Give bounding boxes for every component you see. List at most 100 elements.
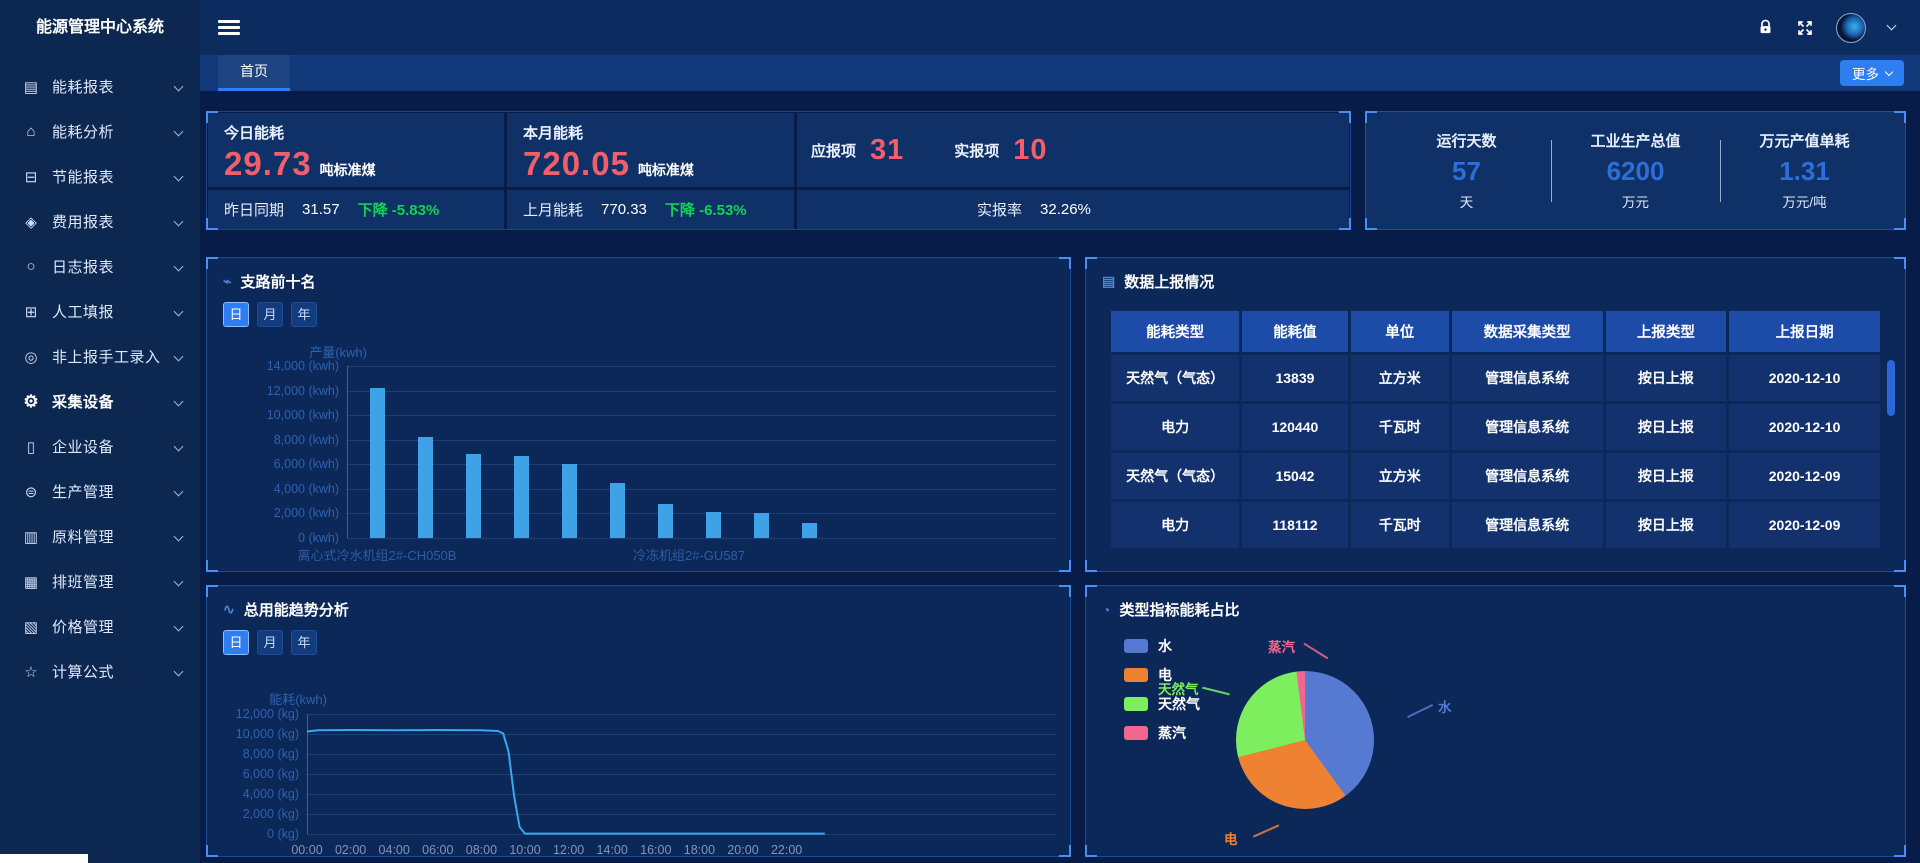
table-scrollbar-thumb[interactable] (1887, 360, 1895, 416)
leader-line (1304, 643, 1329, 659)
sidebar-item-12[interactable]: ▧价格管理 (0, 604, 200, 649)
y-tick: 10,000 (kwh) (217, 408, 339, 422)
sidebar-item-5[interactable]: ⊞人工填报 (0, 289, 200, 334)
sidebar-item-7[interactable]: ⚙采集设备 (0, 379, 200, 424)
period-tab-年[interactable]: 年 (291, 302, 317, 327)
period-tab-日[interactable]: 日 (223, 302, 249, 327)
x-time-label-2: 04:00 (379, 843, 410, 857)
chevron-down-icon (174, 352, 184, 362)
bar-3 (514, 456, 529, 538)
panel-title: 总用能趋势分析 (244, 599, 349, 620)
main-area: 首页 更多 今日能耗 29.73 吨标准煤 (200, 0, 1920, 863)
period-tab-月[interactable]: 月 (257, 630, 283, 655)
chevron-down-icon (174, 262, 184, 272)
pie-panel: ◔ 类型指标能耗占比 水电天然气蒸汽 水电天然气蒸汽 (1085, 585, 1906, 857)
x-category-label-0: 离心式冷水机组2#-CH050B (298, 545, 457, 564)
manual-fill-icon: ⊞ (22, 303, 40, 321)
legend-item-蒸汽[interactable]: 蒸汽 (1124, 723, 1200, 743)
report-table: 能耗类型能耗值单位数据采集类型上报类型上报日期 天然气（气态）13839立方米管… (1108, 308, 1883, 551)
branch-icon: ⌁ (223, 273, 231, 290)
y-tick: 6,000 (kwh) (217, 457, 339, 471)
pie-graphic (1236, 671, 1374, 809)
sidebar-item-10[interactable]: ▥原料管理 (0, 514, 200, 559)
gridline (347, 513, 1056, 514)
kpi-today-unit: 吨标准煤 (320, 160, 376, 180)
manual-entry-icon: ◎ (22, 348, 40, 366)
trend-line-icon: ∿ (223, 601, 235, 618)
chevron-down-icon (174, 217, 184, 227)
period-tab-日[interactable]: 日 (223, 630, 249, 655)
sidebar-item-13[interactable]: ☆计算公式 (0, 649, 200, 694)
sidebar-item-1[interactable]: ⌂能耗分析 (0, 109, 200, 154)
sidebar-nav: ▤能耗报表⌂能耗分析⊟节能报表◈费用报表○日志报表⊞人工填报◎非上报手工录入⚙采… (0, 56, 200, 694)
y-tick: 4,000 (kwh) (217, 482, 339, 496)
col-header-0: 能耗类型 (1111, 311, 1239, 352)
gridline (347, 366, 1056, 367)
table-row-3: 电力118112千瓦时管理信息系统按日上报2020-12-09 (1111, 502, 1880, 548)
stat-1: 工业生产总值6200万元 (1552, 130, 1720, 211)
period-tab-月[interactable]: 月 (257, 302, 283, 327)
kpi-today-card: 今日能耗 29.73 吨标准煤 (208, 113, 504, 187)
sidebar-item-2[interactable]: ⊟节能报表 (0, 154, 200, 199)
chevron-down-icon (174, 487, 184, 497)
x-category-label-1: 冷冻机组2#-GU587 (633, 545, 745, 564)
sidebar-item-8[interactable]: ▯企业设备 (0, 424, 200, 469)
kpi-month-card: 本月能耗 720.05 吨标准煤 (507, 113, 794, 187)
scrollbar-artifact (0, 854, 88, 863)
panel-title: 数据上报情况 (1124, 271, 1214, 292)
panel-title: 类型指标能耗占比 (1119, 599, 1239, 620)
col-header-1: 能耗值 (1242, 311, 1348, 352)
chevron-down-icon (174, 397, 184, 407)
star-formula-icon: ☆ (22, 663, 40, 681)
sidebar-item-11[interactable]: ▦排班管理 (0, 559, 200, 604)
lock-icon[interactable] (1757, 19, 1774, 36)
hamburger-menu-icon[interactable] (218, 16, 240, 38)
cost-shield-icon: ◈ (22, 213, 40, 231)
chevron-down-icon (174, 172, 184, 182)
sidebar-item-6[interactable]: ◎非上报手工录入 (0, 334, 200, 379)
chevron-down-icon (174, 532, 184, 542)
y-tick: 8,000 (kwh) (217, 433, 339, 447)
leader-line (1407, 704, 1433, 718)
bar-9 (802, 523, 817, 538)
chevron-down-icon[interactable] (1887, 21, 1897, 31)
stat-0: 运行天数57天 (1383, 130, 1551, 211)
period-tab-年[interactable]: 年 (291, 630, 317, 655)
log-chat-icon: ○ (22, 258, 40, 275)
pie-label-电: 电 (1224, 828, 1238, 848)
more-button[interactable]: 更多 (1840, 60, 1904, 86)
table-row-2: 天然气（气态）15042立方米管理信息系统按日上报2020-12-09 (1111, 453, 1880, 499)
sidebar-item-0[interactable]: ▤能耗报表 (0, 64, 200, 109)
legend-swatch (1124, 697, 1148, 711)
tab-home[interactable]: 首页 (218, 55, 290, 91)
y-axis-line (347, 366, 348, 538)
fullscreen-icon[interactable] (1796, 19, 1814, 37)
panel-title: 支路前十名 (240, 271, 315, 292)
gridline (347, 440, 1056, 441)
bar-2 (466, 454, 481, 538)
user-avatar[interactable] (1836, 13, 1866, 43)
col-header-4: 上报类型 (1606, 311, 1727, 352)
leader-line (1253, 824, 1279, 837)
bar-0 (370, 388, 385, 538)
legend-swatch (1124, 668, 1148, 682)
production-icon: ⊜ (22, 483, 40, 501)
chevron-down-icon (174, 667, 184, 677)
col-header-3: 数据采集类型 (1452, 311, 1603, 352)
sidebar: 能源管理中心系统 ▤能耗报表⌂能耗分析⊟节能报表◈费用报表○日志报表⊞人工填报◎… (0, 0, 200, 863)
sidebar-item-3[interactable]: ◈费用报表 (0, 199, 200, 244)
header-icons (1757, 13, 1895, 43)
table-header-row: 能耗类型能耗值单位数据采集类型上报类型上报日期 (1111, 311, 1880, 352)
saving-report-icon: ⊟ (22, 168, 40, 186)
legend-item-水[interactable]: 水 (1124, 636, 1200, 656)
bar-8 (754, 513, 769, 538)
table-row-1: 电力120440千瓦时管理信息系统按日上报2020-12-10 (1111, 404, 1880, 450)
chevron-down-icon (174, 622, 184, 632)
chevron-down-icon (174, 577, 184, 587)
sidebar-item-9[interactable]: ⊜生产管理 (0, 469, 200, 514)
sidebar-item-4[interactable]: ○日志报表 (0, 244, 200, 289)
legend-swatch (1124, 726, 1148, 740)
price-icon: ▧ (22, 618, 40, 636)
bar-6 (658, 504, 673, 538)
kpi-month-compare: 上月能耗 770.33 下降 -6.53% (507, 190, 794, 229)
